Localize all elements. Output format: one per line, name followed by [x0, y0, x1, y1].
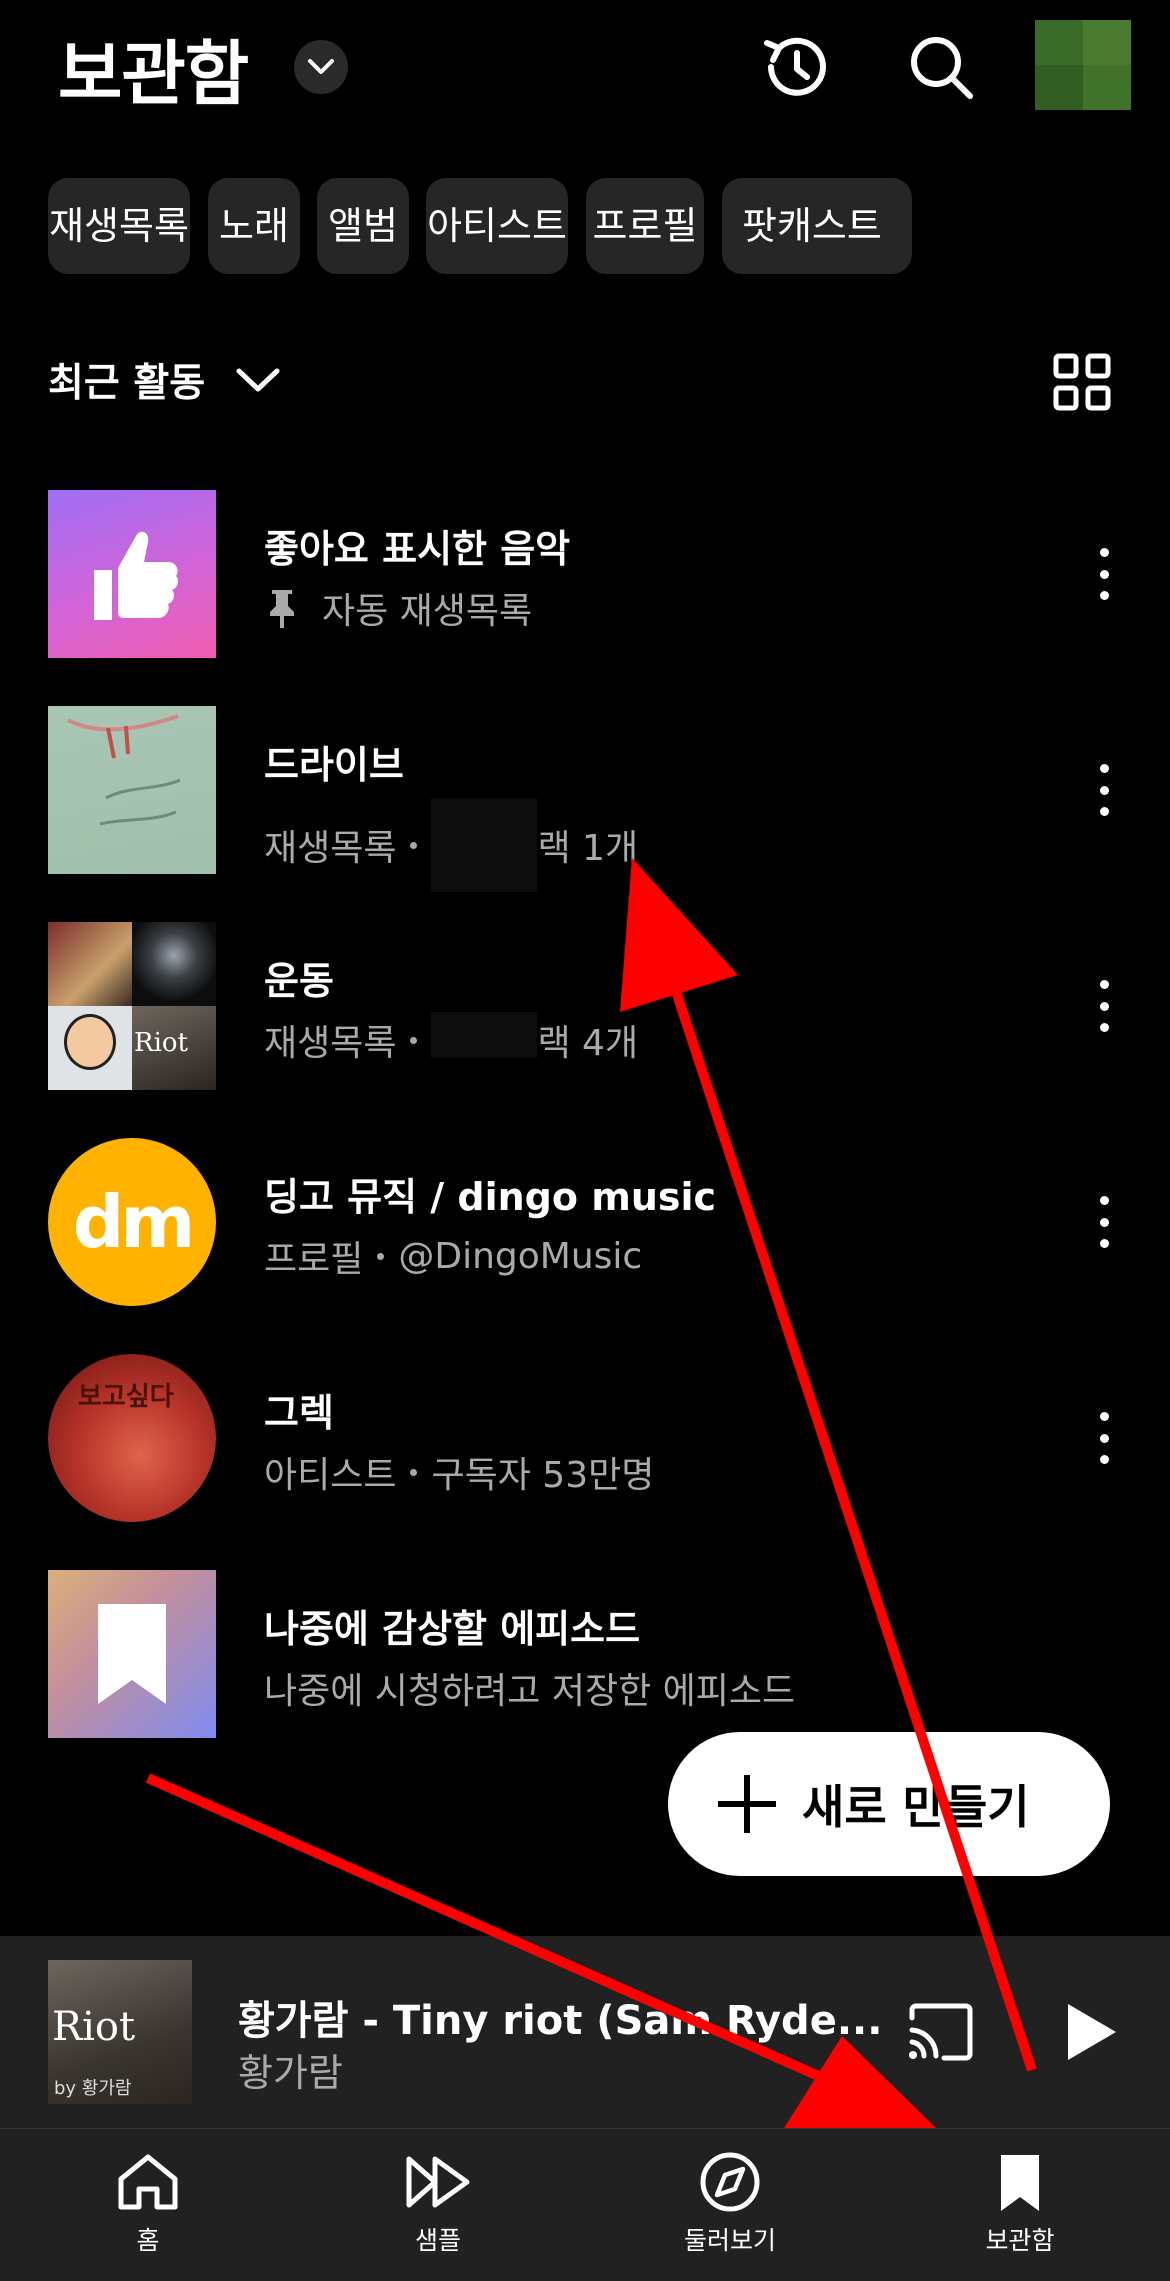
item-title: 딩고 뮤직 / dingo music — [264, 1175, 717, 1219]
thumbs-up-icon — [94, 531, 179, 620]
nav-home-label: 홈 — [136, 2226, 160, 2255]
nav-library-label: 보관함 — [985, 2226, 1055, 2255]
play-icon — [1068, 2004, 1116, 2060]
item-subtitle: 재생목록 랙 4개 — [264, 1012, 639, 1066]
item-title: 나중에 감상할 에피소드 — [264, 1607, 641, 1651]
search-button[interactable] — [896, 22, 986, 112]
item-subtitle: 자동 재생목록 — [264, 582, 532, 634]
cast-icon — [909, 2003, 973, 2061]
more-options-button[interactable] — [1086, 764, 1122, 816]
item-subtitle: 나중에 시청하려고 저장한 에피소드 — [264, 1662, 795, 1714]
grid-view-button[interactable] — [1052, 352, 1112, 412]
list-item[interactable]: dm 딩고 뮤직 / dingo music 프로필 @DingoMusic — [0, 1138, 1170, 1308]
item-title: 드라이브 — [264, 743, 404, 787]
artist-art-text: 보고싶다 — [78, 1382, 174, 1412]
chip-albums[interactable]: 앨범 — [317, 178, 409, 274]
sort-label: 최근 활동 — [48, 361, 206, 406]
item-type: 프로필 — [264, 1239, 364, 1280]
chevron-down-icon — [236, 368, 280, 392]
list-item[interactable]: 좋아요 표시한 음악 자동 재생목록 — [0, 490, 1170, 660]
sort-dropdown[interactable]: 최근 활동 — [48, 352, 281, 408]
playlist-thumbnail: Riot — [48, 922, 216, 1090]
more-options-button[interactable] — [1086, 1196, 1122, 1248]
create-new-button[interactable]: 새로 만들기 — [668, 1732, 1110, 1876]
item-subtitle: 재생목록 랙 1개 — [264, 798, 638, 892]
liked-music-thumbnail — [48, 490, 216, 658]
redaction — [431, 798, 538, 892]
now-playing-artwork: Riot by 황가람 — [48, 1960, 192, 2104]
play-button[interactable] — [1060, 2000, 1120, 2064]
nav-explore-label: 둘러보기 — [683, 2226, 776, 2255]
library-icon — [1001, 2155, 1039, 2211]
artist-avatar: 보고싶다 — [48, 1354, 216, 1522]
avatar[interactable] — [1035, 20, 1131, 110]
item-subtitle: 아티스트 구독자 53만명 — [264, 1446, 654, 1498]
more-options-button[interactable] — [1086, 980, 1122, 1032]
item-meta: @DingoMusic — [398, 1235, 643, 1277]
history-icon — [764, 37, 826, 96]
nav-explore[interactable]: 둘러보기 — [640, 2151, 820, 2271]
item-subtitle-text: 자동 재생목록 — [322, 591, 533, 632]
item-type: 재생목록 — [264, 828, 397, 869]
episodes-thumbnail — [48, 1570, 216, 1738]
now-playing-artist: 황가람 — [238, 2051, 343, 2095]
page-title: 보관함 — [58, 33, 249, 115]
nav-home[interactable]: 홈 — [58, 2151, 238, 2271]
more-options-button[interactable] — [1086, 548, 1122, 600]
list-item[interactable]: 드라이브 재생목록 랙 1개 — [0, 706, 1170, 892]
search-icon — [911, 37, 973, 99]
item-type: 아티스트 — [264, 1455, 397, 1496]
chip-artists[interactable]: 아티스트 — [426, 178, 568, 274]
chevron-down-icon — [308, 59, 334, 74]
item-type: 재생목록 — [264, 1023, 397, 1064]
item-meta: 랙 1개 — [537, 828, 639, 869]
list-item[interactable]: 보고싶다 그렉 아티스트 구독자 53만명 — [0, 1354, 1170, 1524]
playlist-art — [67, 714, 181, 826]
chip-profiles[interactable]: 프로필 — [586, 178, 704, 274]
item-title: 좋아요 표시한 음악 — [264, 527, 571, 571]
top-app-bar: 보관함 — [0, 0, 1170, 140]
chip-songs[interactable]: 노래 — [208, 178, 300, 274]
now-playing-title: 황가람 - Tiny riot (Sam Ryde... — [238, 1998, 883, 2044]
explore-icon — [700, 2152, 760, 2212]
artwork-title: Riot — [52, 2004, 136, 2050]
dingo-logo: dm — [72, 1180, 196, 1264]
item-title: 운동 — [264, 959, 334, 1003]
playlist-thumbnail — [48, 706, 216, 874]
more-options-button[interactable] — [1086, 1412, 1122, 1464]
history-button[interactable] — [752, 22, 842, 112]
nav-samples[interactable]: 샘플 — [348, 2151, 528, 2271]
filter-chips: 재생목록 노래 앨범 아티스트 프로필 팟캐스트 — [48, 178, 1170, 274]
bookmark-icon — [98, 1604, 166, 1704]
plus-icon — [718, 1775, 776, 1833]
samples-icon — [406, 2156, 470, 2208]
create-new-label: 새로 만들기 — [802, 1780, 1030, 1834]
artwork-byline: by 황가람 — [54, 2078, 132, 2099]
redaction — [431, 1012, 538, 1058]
chip-podcasts[interactable]: 팟캐스트 — [722, 178, 912, 274]
thumb-text: Riot — [134, 1028, 188, 1058]
pin-icon — [270, 590, 294, 628]
item-meta: 구독자 53만명 — [431, 1455, 655, 1496]
list-item[interactable]: 나중에 감상할 에피소드 나중에 시청하려고 저장한 에피소드 — [0, 1570, 1170, 1740]
nav-library[interactable]: 보관함 — [930, 2151, 1110, 2271]
grid-icon — [1053, 353, 1111, 411]
item-subtitle: 프로필 @DingoMusic — [264, 1230, 642, 1282]
chip-playlists[interactable]: 재생목록 — [48, 178, 190, 274]
home-icon — [118, 2154, 178, 2210]
item-subtitle-text: 나중에 시청하려고 저장한 에피소드 — [264, 1671, 796, 1712]
cast-button[interactable] — [906, 2002, 976, 2062]
profile-avatar: dm — [48, 1138, 216, 1306]
list-item[interactable]: Riot 운동 재생목록 랙 4개 — [0, 922, 1170, 1092]
title-dropdown-button[interactable] — [294, 40, 348, 94]
item-meta: 랙 4개 — [537, 1023, 639, 1064]
item-title: 그렉 — [264, 1391, 334, 1435]
mini-player[interactable]: Riot by 황가람 황가람 - Tiny riot (Sam Ryde...… — [0, 1936, 1170, 2128]
nav-samples-label: 샘플 — [414, 2226, 461, 2255]
bottom-navigation: 홈 샘플 둘러보기 보관함 — [0, 2128, 1170, 2281]
